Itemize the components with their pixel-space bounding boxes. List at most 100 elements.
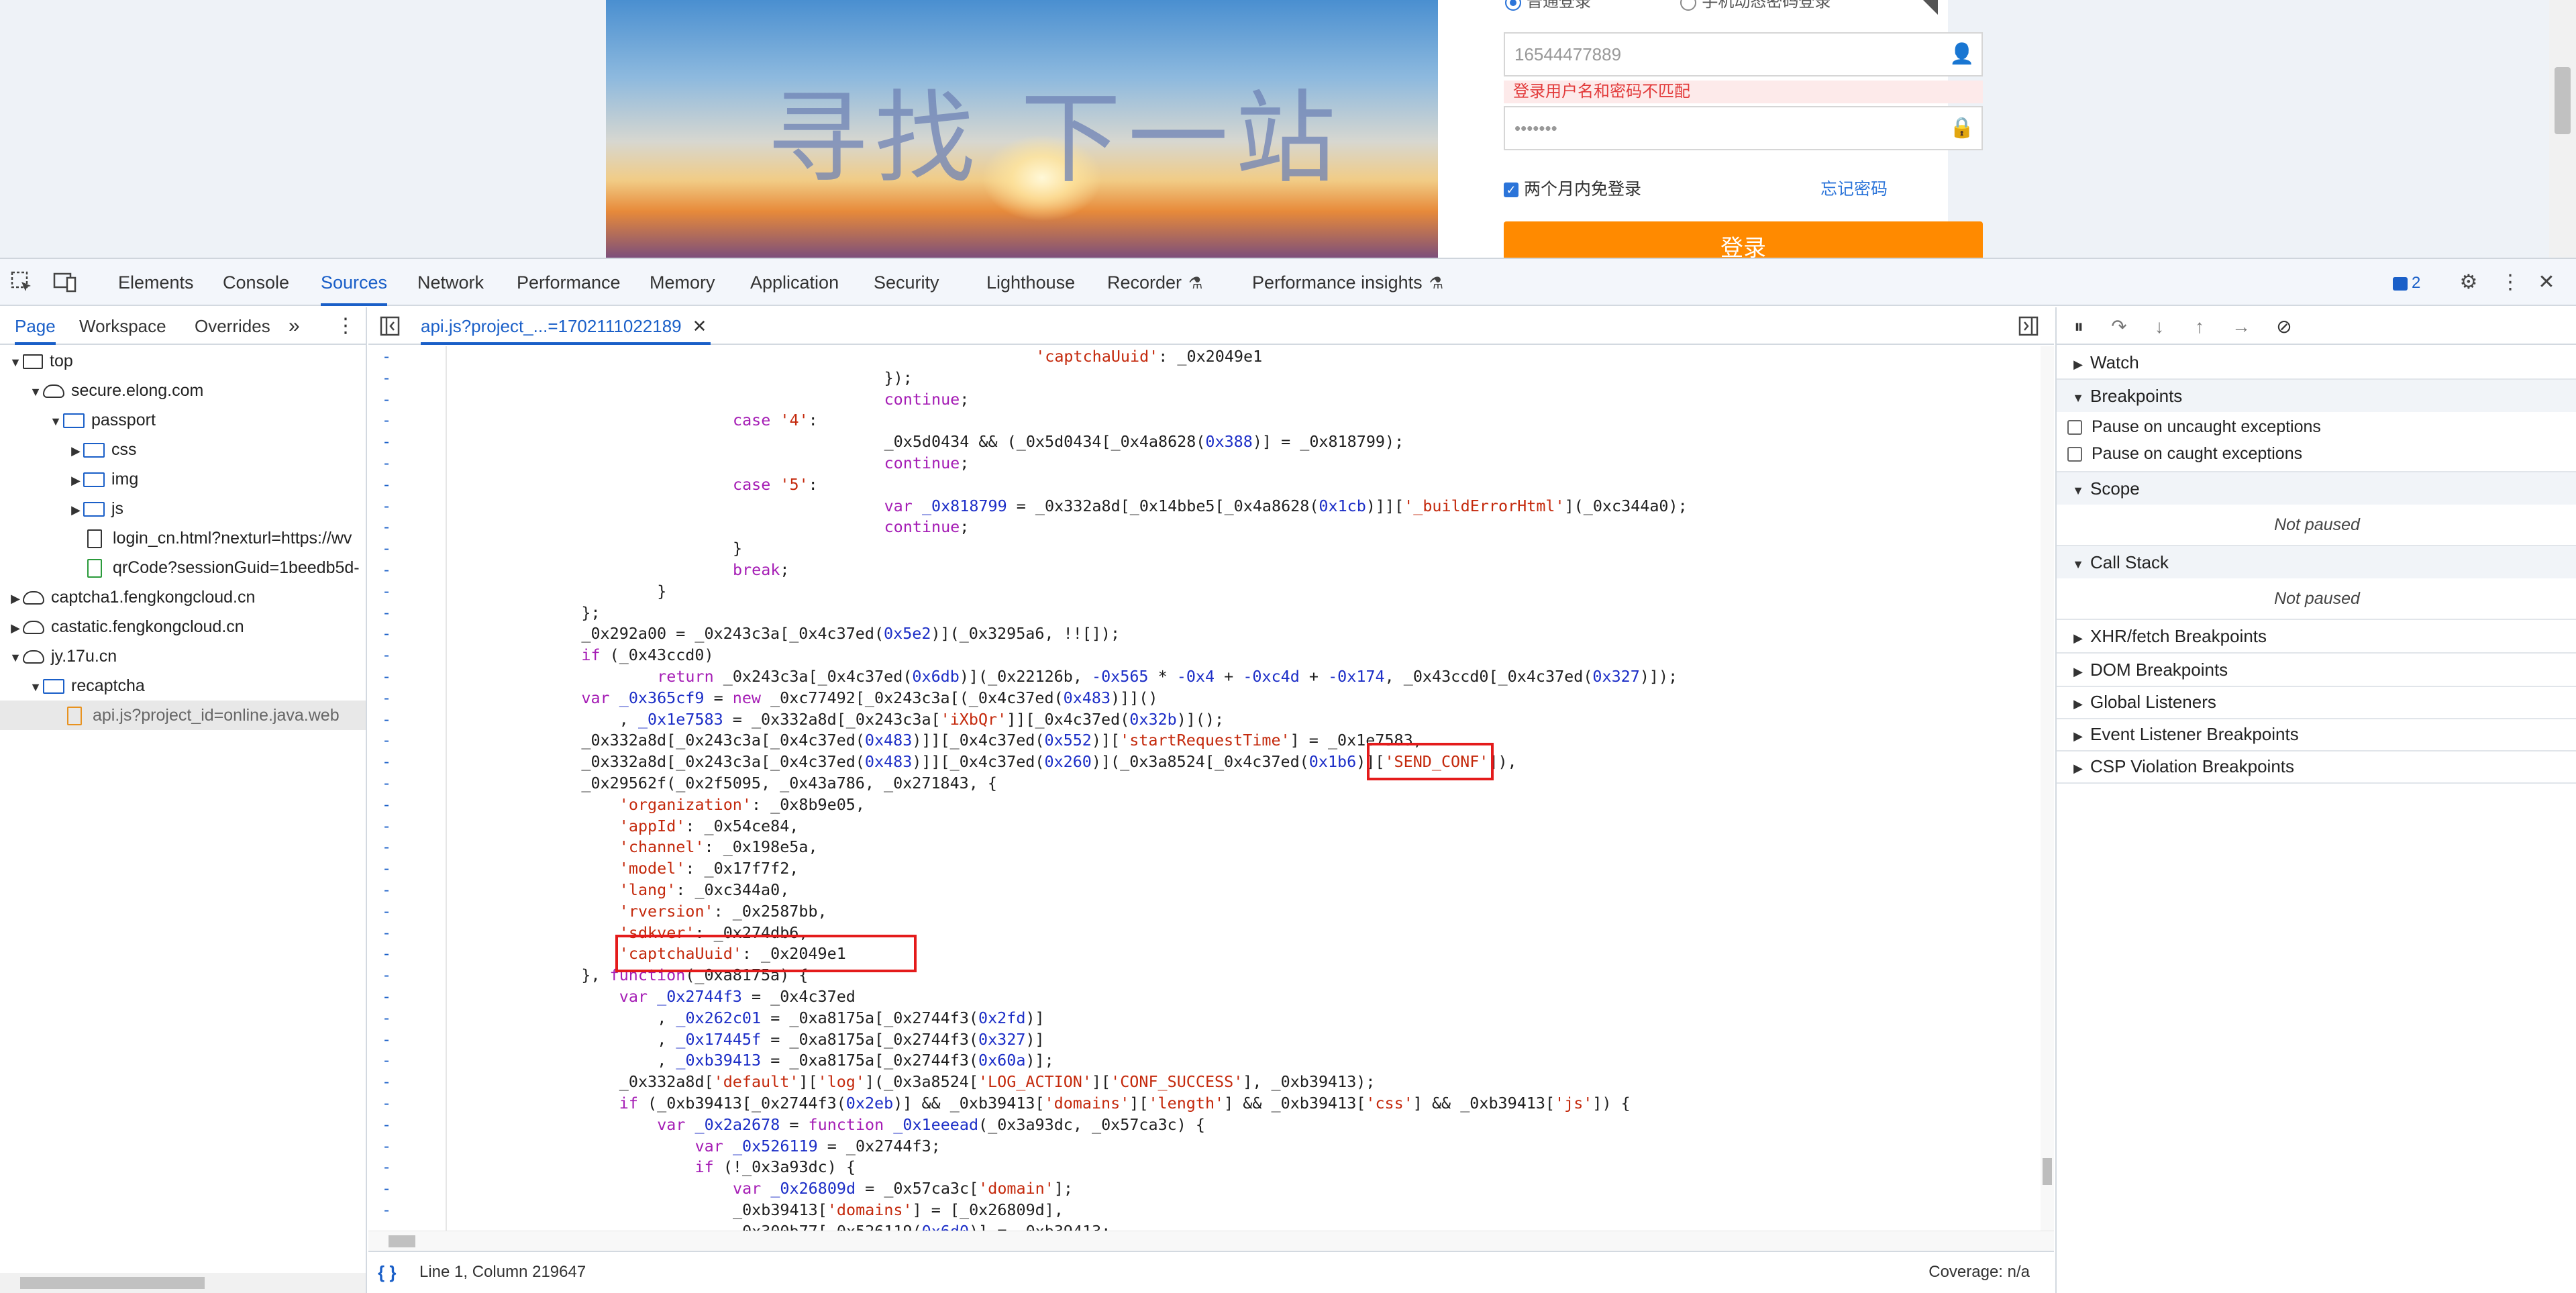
tree-item[interactable]: api.js?project_id=online.java.web <box>0 701 366 730</box>
username-field[interactable]: 16544477889 👤 <box>1504 32 1983 76</box>
cloud-icon <box>43 384 64 399</box>
step-into-icon[interactable]: ↓ <box>2147 314 2172 340</box>
code-token: )](_0x22126b, <box>959 667 1092 686</box>
gutter-marker: - <box>381 389 392 409</box>
code-token: 'startRequestTime' <box>1120 731 1290 750</box>
code-text: }; <box>581 603 600 624</box>
nav-tab-page[interactable]: Page <box>15 307 56 345</box>
tree-item[interactable]: ▼ recaptcha <box>0 671 366 701</box>
code-vscrollbar-thumb[interactable] <box>2043 1158 2052 1185</box>
code-hscrollbar-thumb[interactable] <box>389 1235 415 1247</box>
tree-item[interactable]: login_cn.html?nexturl=https://wv <box>0 523 366 553</box>
tab-sources[interactable]: Sources <box>321 259 388 306</box>
step-over-icon[interactable]: ↷ <box>2106 314 2132 340</box>
tree-item[interactable]: ▶ img <box>0 464 366 494</box>
issues-badge[interactable]: 2 <box>2393 274 2420 293</box>
forgot-password-link[interactable]: 忘记密码 <box>1820 176 1888 200</box>
triangle-right-icon: ▶ <box>2073 697 2083 711</box>
breakpoints-pane-header[interactable]: ▼ Breakpoints <box>2057 380 2576 412</box>
code-token: _0x2744f3 <box>657 987 742 1006</box>
more-tabs-chevron-icon[interactable]: » <box>289 307 300 345</box>
navigator-menu-icon[interactable]: ⋮ <box>336 307 356 345</box>
tree-item[interactable]: ▶ castatic.fengkongcloud.cn <box>0 612 366 641</box>
dom-breakpoints-header[interactable]: ▶ DOM Breakpoints <box>2057 654 2576 686</box>
csp-violation-breakpoints-header[interactable]: ▶ CSP Violation Breakpoints <box>2057 750 2576 782</box>
more-options-icon[interactable]: ⋮ <box>2497 270 2523 295</box>
tree-item[interactable]: ▼ jy.17u.cn <box>0 641 366 671</box>
navigator-hscrollbar-thumb[interactable] <box>20 1277 205 1289</box>
code-token: 'appId' <box>619 816 686 835</box>
tab-security[interactable]: Security <box>874 259 939 306</box>
nav-tab-overrides[interactable]: Overrides <box>195 307 270 345</box>
file-tree: ▼ top ▼ secure.elong.com ▼ passport ▶ css ▶ img ▶ j… <box>0 346 366 1245</box>
pause-icon[interactable]: ⏸ <box>2066 314 2092 340</box>
code-line: - _0x29562f(_0x2f5095, _0x43a786, _0x2718… <box>368 773 997 794</box>
file-tab-api-js[interactable]: api.js?project_...=1702111022189 ✕ <box>421 307 711 345</box>
close-devtools-icon[interactable]: ✕ <box>2534 270 2559 295</box>
nav-tab-workspace[interactable]: Workspace <box>79 307 166 345</box>
tree-item[interactable]: qrCode?sessionGuid=1beedb5d- <box>0 553 366 582</box>
gutter-marker: - <box>381 517 392 537</box>
gutter-marker: - <box>381 731 392 750</box>
pretty-print-icon[interactable]: { } <box>378 1252 396 1292</box>
step-icon[interactable]: → <box>2228 314 2254 340</box>
tab-console[interactable]: Console <box>223 259 289 306</box>
tab-memory[interactable]: Memory <box>650 259 715 306</box>
close-tab-icon[interactable]: ✕ <box>692 316 707 336</box>
code-text: var _0x2744f3 = _0x4c37ed <box>619 986 856 1008</box>
toggle-navigator-icon[interactable] <box>378 313 403 339</box>
page-scrollbar[interactable] <box>2549 0 2576 258</box>
tree-item[interactable]: ▶ js <box>0 494 366 523</box>
gutter-marker: - <box>381 411 392 430</box>
code-vscrollbar[interactable] <box>2041 346 2054 1231</box>
watch-pane-header[interactable]: ▶ Watch <box>2057 346 2576 378</box>
tree-item[interactable]: ▶ captcha1.fengkongcloud.cn <box>0 582 366 612</box>
code-text: _0x332a8d[_0x243c3a[_0x4c37ed(0x483)]][_… <box>581 730 1422 752</box>
call-stack-pane-header[interactable]: ▼ Call Stack <box>2057 546 2576 578</box>
code-token: * <box>1148 667 1177 686</box>
inspect-element-icon[interactable] <box>9 270 35 295</box>
code-text: if (_0xb39413[_0x2744f3(0x2eb)] && _0xb3… <box>619 1093 1631 1115</box>
folder-icon <box>43 679 64 694</box>
code-token: 'captchaUuid' <box>1035 347 1159 366</box>
code-text: case '4': <box>733 410 818 431</box>
settings-gear-icon[interactable]: ⚙ <box>2456 270 2481 295</box>
event-listener-breakpoints-header[interactable]: ▶ Event Listener Breakpoints <box>2057 718 2576 750</box>
code-token: : _0x2587bb, <box>713 901 827 921</box>
tab-elements[interactable]: Elements <box>118 259 194 306</box>
tree-item[interactable]: ▼ secure.elong.com <box>0 376 366 405</box>
code-token: ][ <box>1091 1072 1111 1092</box>
tree-item[interactable]: ▶ css <box>0 435 366 464</box>
deactivate-breakpoints-icon[interactable]: ⊘ <box>2271 314 2297 340</box>
tab-lighthouse[interactable]: Lighthouse <box>986 259 1075 306</box>
code-text: } <box>657 581 666 603</box>
tab-performance-insights[interactable]: Performance insights ⚗ <box>1252 259 1443 306</box>
tree-item[interactable]: ▼ passport <box>0 405 366 435</box>
code-token: _0xb39413 <box>676 1051 762 1070</box>
code-content[interactable]: -'captchaUuid': _0x2049e1-}); - continue; -… <box>368 346 2041 1231</box>
login-button[interactable]: 登录 <box>1504 221 1983 258</box>
page-scrollbar-thumb[interactable] <box>2555 67 2571 134</box>
code-hscrollbar[interactable] <box>368 1231 2054 1251</box>
tab-network[interactable]: Network <box>417 259 484 306</box>
global-listeners-header[interactable]: ▶ Global Listeners <box>2057 686 2576 718</box>
toggle-debugger-icon[interactable] <box>2016 313 2042 339</box>
tab-recorder[interactable]: Recorder ⚗ <box>1107 259 1203 306</box>
step-out-icon[interactable]: ↑ <box>2187 314 2212 340</box>
pause-uncaught-checkbox[interactable]: Pause on uncaught exceptions <box>2057 413 2576 440</box>
scope-pane-header[interactable]: ▼ Scope <box>2057 472 2576 505</box>
banner-image: 寻找 下一站 <box>606 0 1438 258</box>
remember-checkbox[interactable]: ✓ 两个月内免登录 <box>1504 176 1641 200</box>
cloud-icon <box>23 621 44 635</box>
tree-item[interactable]: ▼ top <box>0 346 366 376</box>
pause-caught-checkbox[interactable]: Pause on caught exceptions <box>2057 440 2576 467</box>
xhr-breakpoints-header[interactable]: ▶ XHR/fetch Breakpoints <box>2057 620 2576 652</box>
navigator-hscrollbar[interactable] <box>0 1273 366 1293</box>
tab-performance[interactable]: Performance <box>517 259 621 306</box>
tab-application[interactable]: Application <box>750 259 839 306</box>
radio-normal-login[interactable] <box>1505 0 1521 11</box>
radio-sms-login[interactable] <box>1680 0 1697 11</box>
code-token: '5' <box>780 474 809 494</box>
device-toolbar-icon[interactable] <box>52 270 78 295</box>
password-field[interactable]: ••••••• 🔒 <box>1504 106 1983 150</box>
